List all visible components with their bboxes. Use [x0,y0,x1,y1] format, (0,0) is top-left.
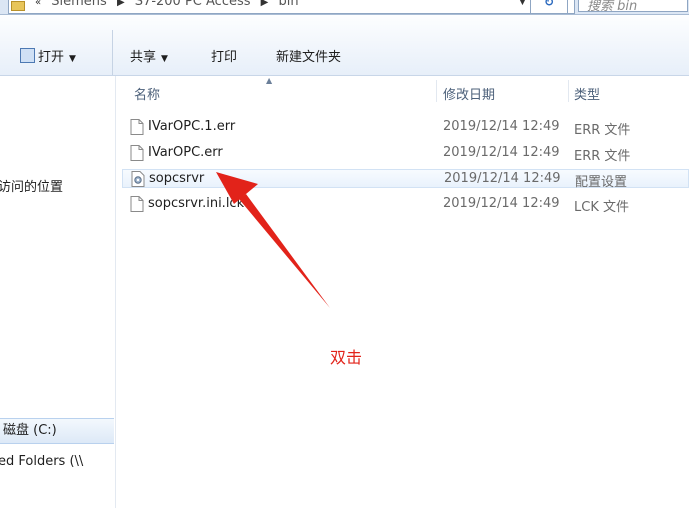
annotation-arrow-icon [216,172,330,308]
annotation-label: 双击 [330,348,363,367]
